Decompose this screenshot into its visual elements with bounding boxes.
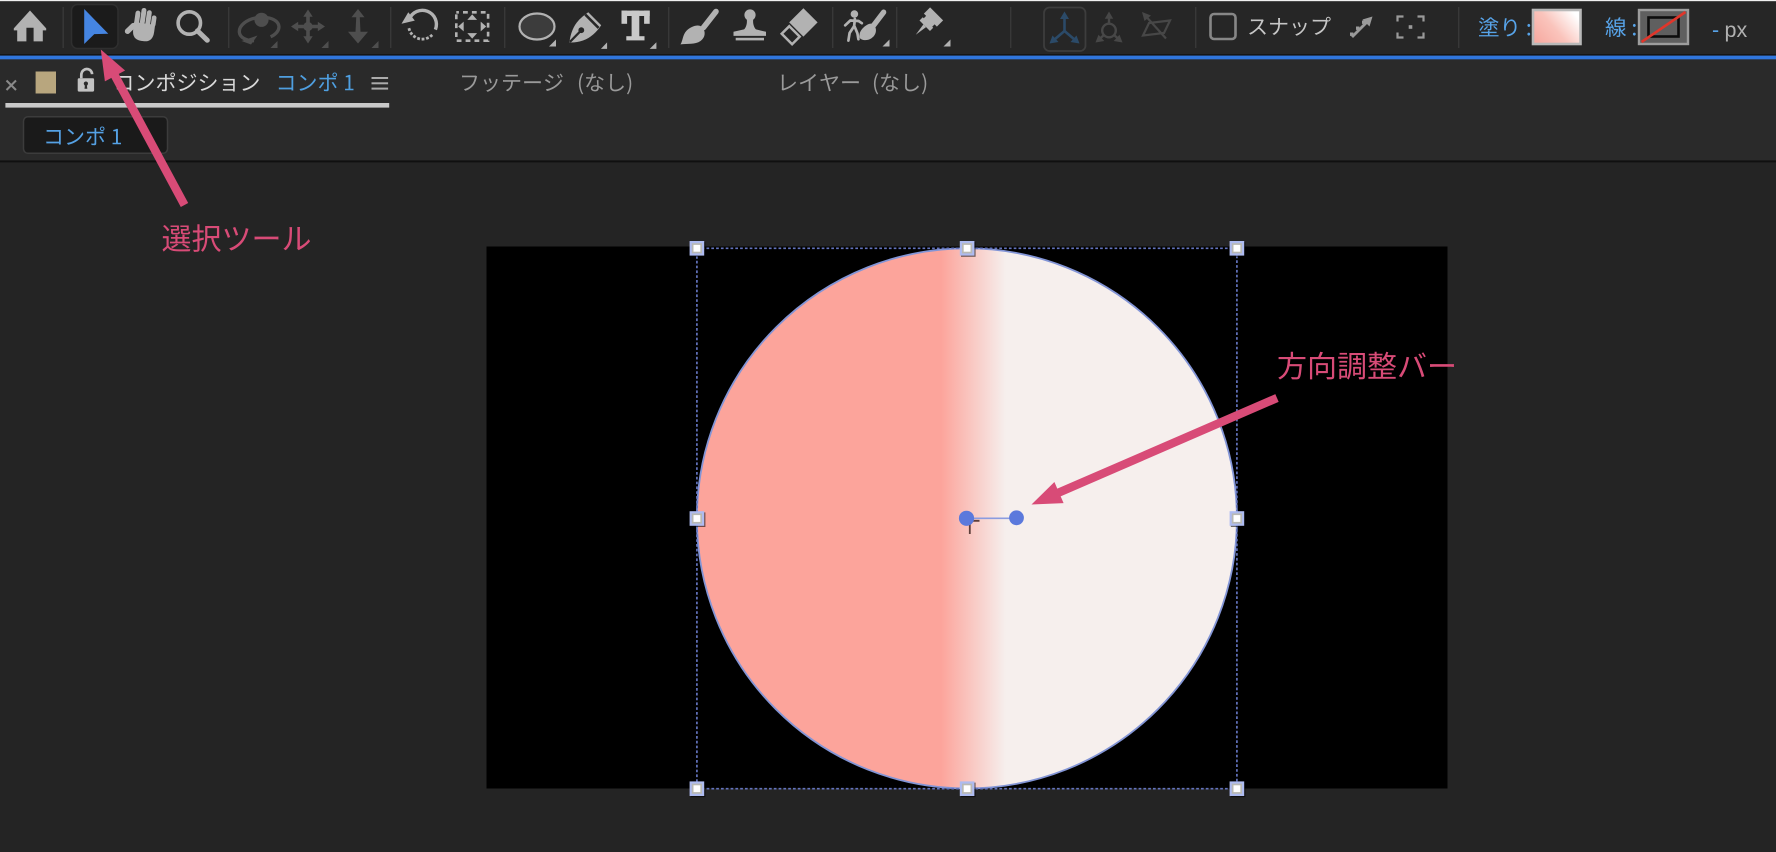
svg-text:-: - bbox=[1712, 18, 1719, 42]
svg-text:px: px bbox=[1725, 18, 1748, 42]
